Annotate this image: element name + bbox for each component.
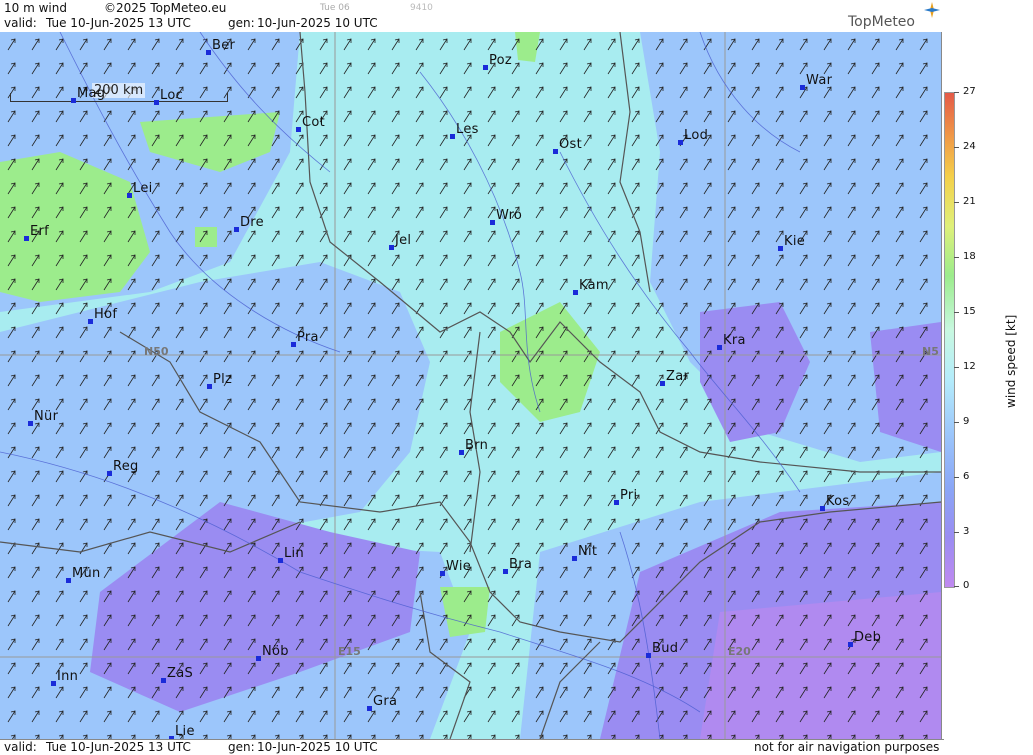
city-label: Erf	[24, 224, 49, 241]
legend-tick: 18	[963, 251, 976, 262]
footer-valid-label: valid:	[4, 740, 37, 754]
legend-tick: 3	[963, 526, 970, 537]
city-label: Bra	[503, 557, 532, 574]
legend-tick: 12	[963, 361, 976, 372]
map-title: 10 m wind	[4, 1, 67, 15]
city-label: Jel	[389, 233, 411, 250]
legend-tick: 21	[963, 196, 976, 207]
gridlabel-n50: N50	[144, 345, 169, 358]
logo-text: TopMeteo	[848, 14, 915, 30]
gen-time: 10-Jun-2025 10 UTC	[257, 16, 378, 30]
header-bar: 10 m wind ©2025 TopMeteo.eu Tue 06 9410 …	[0, 0, 944, 32]
city-label: Deb	[848, 630, 881, 647]
gridlabel-n50-right: N5	[922, 345, 939, 358]
legend-tick: 27	[963, 86, 976, 97]
wind-speed-colorbar	[944, 92, 955, 588]
legend-tick: 0	[963, 580, 970, 591]
footer-bar: valid: Tue 10-Jun-2025 13 UTC gen: 10-Ju…	[0, 739, 944, 755]
city-label: War	[800, 73, 832, 90]
valid-time: Tue 10-Jun-2025 13 UTC	[46, 16, 191, 30]
legend-tick: 9	[963, 416, 970, 427]
city-label: Mag	[71, 86, 105, 103]
faint-day-label: Tue 06	[320, 3, 350, 13]
city-label: Wie	[440, 559, 471, 576]
gridlabel-e20: E20	[728, 645, 751, 658]
city-label: Ber	[206, 38, 235, 55]
city-label: Kos	[820, 494, 850, 511]
city-label: Loc	[154, 88, 183, 105]
city-label: Les	[450, 122, 479, 139]
wind-map[interactable]: 200 km N50 N5 E15 E20 Ber Poz War Mag Lo…	[0, 32, 942, 739]
city-label: Lin	[278, 546, 304, 563]
city-label: Cot	[296, 115, 325, 132]
legend-axis-label: wind speed [kt]	[1004, 314, 1018, 408]
disclaimer: not for air navigation purposes	[754, 740, 940, 754]
compass-logo-icon	[924, 2, 940, 18]
legend-tick: 24	[963, 141, 976, 152]
city-label: Plz	[207, 372, 232, 389]
city-label: ZaS	[161, 666, 193, 683]
city-label: Kie	[778, 234, 805, 251]
valid-label: valid:	[4, 16, 37, 30]
city-label: Brn	[459, 438, 488, 455]
city-label: Nöb	[256, 644, 289, 661]
city-label: Pra	[291, 330, 319, 347]
city-label: Inn	[51, 669, 78, 686]
city-label: Kam	[573, 278, 609, 295]
gridlabel-e15: E15	[338, 645, 361, 658]
legend-tick: 6	[963, 471, 970, 482]
city-label: Ost	[553, 137, 582, 154]
city-label: Pri	[614, 488, 637, 505]
city-label: Nür	[28, 409, 58, 426]
gen-label: gen:	[228, 16, 255, 30]
city-label: Zar	[660, 369, 689, 386]
city-label: Lie	[169, 724, 195, 739]
city-label: Bud	[646, 641, 678, 658]
legend-tick: 15	[963, 306, 976, 317]
footer-valid-time: Tue 10-Jun-2025 13 UTC	[46, 740, 191, 754]
topmeteo-logo: TopMeteo	[848, 2, 940, 30]
city-label: Gra	[367, 694, 397, 711]
city-label: Lei	[127, 181, 153, 198]
city-label: Nit	[572, 544, 597, 561]
city-label: Mün	[66, 566, 101, 583]
city-label: Reg	[107, 459, 139, 476]
legend: 27 24 21 18 15 12 9 6 3 0	[944, 0, 1033, 754]
city-label: Poz	[483, 53, 512, 70]
copyright: ©2025 TopMeteo.eu	[104, 1, 227, 15]
city-label: Wro	[490, 208, 522, 225]
city-label: Kra	[717, 333, 746, 350]
city-label: Hof	[88, 307, 117, 324]
faint-code-label: 9410	[410, 3, 433, 13]
city-label: Dre	[234, 215, 264, 232]
city-label: Lod	[678, 128, 708, 145]
footer-gen-label: gen:	[228, 740, 255, 754]
wind-field-layer	[0, 32, 941, 739]
footer-gen-time: 10-Jun-2025 10 UTC	[257, 740, 378, 754]
